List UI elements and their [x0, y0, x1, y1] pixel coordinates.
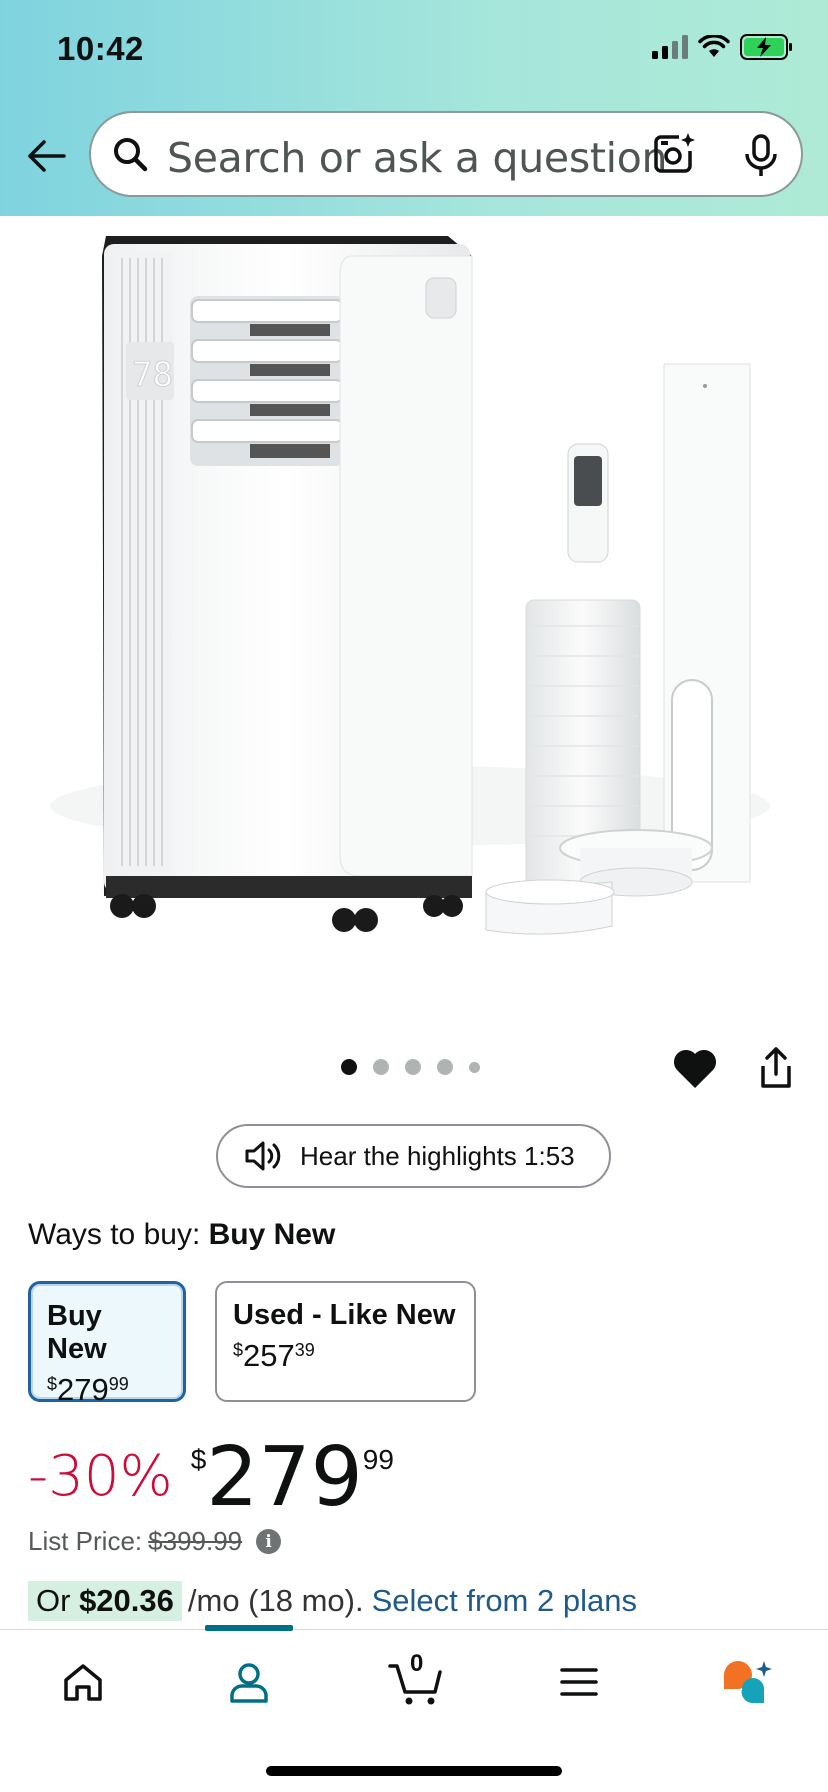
status-icons	[652, 34, 794, 60]
camera-sparkle-icon[interactable]	[651, 131, 697, 177]
heart-icon	[673, 1049, 717, 1088]
share-button[interactable]	[758, 1046, 794, 1095]
ways-to-buy-selected: Buy New	[208, 1218, 336, 1251]
current-price: $ 279 99	[190, 1430, 394, 1525]
nav-cart[interactable]: 0	[382, 1650, 452, 1712]
back-arrow-icon	[28, 140, 66, 172]
deal-price: -30% $ 279 99	[28, 1436, 394, 1520]
top-header: 10:42 Search or ask a question	[0, 0, 828, 216]
carousel-dot-2[interactable]	[373, 1059, 389, 1075]
search-input[interactable]: Search or ask a question	[167, 134, 668, 182]
carousel-dots[interactable]	[341, 1059, 480, 1075]
select-plans-link[interactable]: Select from 2 plans	[372, 1583, 637, 1619]
ways-to-buy-label: Ways to buy:	[28, 1218, 201, 1251]
buy-option-used-like-new[interactable]: Used - Like New $25739	[215, 1281, 476, 1402]
buy-option-new[interactable]: Buy New $27999	[28, 1281, 186, 1407]
nav-account[interactable]	[219, 1652, 279, 1712]
hamburger-menu-icon	[560, 1668, 598, 1696]
list-price-label: List Price:	[28, 1526, 143, 1556]
nav-rufus-assistant[interactable]	[716, 1652, 776, 1712]
carousel-dot-3[interactable]	[405, 1059, 421, 1075]
info-icon[interactable]: i	[256, 1529, 282, 1554]
option-title: Buy New	[47, 1300, 107, 1365]
carousel-dot-5[interactable]	[469, 1061, 480, 1073]
hear-highlights-button[interactable]: Hear the highlights 1:53	[216, 1124, 611, 1188]
microphone-icon[interactable]	[743, 133, 779, 179]
home-icon	[64, 1664, 102, 1701]
home-indicator[interactable]	[266, 1766, 562, 1776]
search-bar[interactable]: Search or ask a question	[89, 111, 803, 197]
cart-count: 0	[410, 1650, 424, 1677]
list-price: List Price: $399.99 i	[28, 1526, 282, 1557]
discount-percent: -30%	[28, 1444, 173, 1509]
product-image[interactable]: 78	[40, 216, 788, 981]
nav-menu[interactable]	[549, 1652, 609, 1712]
unit-display-reading: 78	[132, 355, 173, 395]
account-icon	[230, 1663, 268, 1703]
wifi-icon	[698, 35, 730, 57]
search-icon	[114, 138, 148, 172]
carousel-dot-4[interactable]	[437, 1059, 453, 1075]
status-time: 10:42	[57, 30, 144, 67]
carousel-dot-1[interactable]	[341, 1059, 357, 1075]
financing-term: /mo (18 mo).	[187, 1583, 364, 1618]
active-tab-indicator	[205, 1625, 293, 1631]
share-icon	[761, 1047, 791, 1088]
hear-highlights-label: Hear the highlights 1:53	[300, 1140, 575, 1171]
nav-home[interactable]	[53, 1652, 113, 1712]
ways-to-buy: Ways to buy: Buy New	[28, 1218, 335, 1252]
speaker-icon	[245, 1141, 281, 1171]
list-price-value: $399.99	[148, 1526, 243, 1556]
option-title: Used - Like New	[233, 1299, 456, 1331]
battery-charging-icon	[740, 34, 792, 60]
option-price: $27999	[47, 1372, 129, 1407]
add-to-list-button[interactable]	[672, 1046, 718, 1095]
monthly-payment-highlight: Or $20.36	[28, 1581, 182, 1621]
rufus-assistant-icon	[724, 1661, 772, 1704]
cellular-signal-icon	[652, 35, 688, 59]
option-price: $25739	[233, 1338, 315, 1373]
financing-offer: Or $20.36 /mo (18 mo). Select from 2 pla…	[28, 1581, 637, 1621]
back-button[interactable]	[22, 128, 70, 184]
